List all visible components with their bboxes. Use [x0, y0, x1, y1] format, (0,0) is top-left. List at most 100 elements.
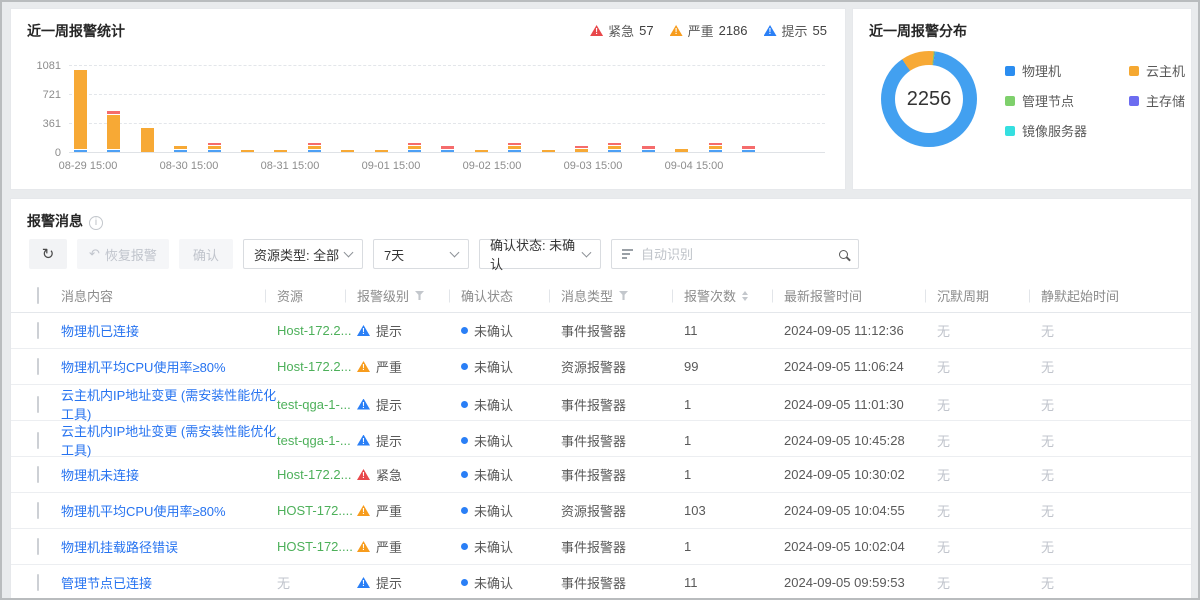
- bar-group[interactable]: [441, 145, 454, 152]
- resource-link[interactable]: Host-172.2...: [277, 359, 351, 374]
- column-header: 报警级别: [357, 286, 461, 305]
- resource-link[interactable]: Host-172.2...: [277, 467, 351, 482]
- resource-link[interactable]: test-qga-1-...: [277, 433, 351, 448]
- status-dot-icon: [461, 579, 468, 586]
- bar-group[interactable]: [575, 145, 588, 152]
- warning-triangle-icon: !: [670, 25, 683, 36]
- bar-segment-严重: [208, 146, 221, 149]
- message-link[interactable]: 物理机挂载路径错误: [61, 540, 178, 555]
- info-icon[interactable]: i: [89, 216, 103, 230]
- bar-group[interactable]: [74, 69, 87, 152]
- stats-legend-item[interactable]: !提示55: [764, 21, 827, 40]
- alarm-count: 1: [684, 467, 784, 482]
- search-input[interactable]: [641, 247, 831, 262]
- bar-group[interactable]: [742, 145, 755, 152]
- distribution-legend-item[interactable]: 镜像服务器: [1005, 121, 1129, 140]
- message-link[interactable]: 物理机已连接: [61, 324, 139, 339]
- bar-group[interactable]: [675, 148, 688, 152]
- bar-segment-提示: [174, 150, 187, 153]
- bar-group[interactable]: [174, 145, 187, 152]
- bar-segment-严重: [375, 150, 388, 153]
- latest-alarm-time: 2024-09-05 11:12:36: [784, 323, 937, 338]
- bar-group[interactable]: [141, 127, 154, 152]
- message-link[interactable]: 物理机平均CPU使用率≥80%: [61, 360, 226, 375]
- distribution-legend-item[interactable]: 云主机: [1129, 61, 1185, 80]
- messages-toolbar: ↻ ↶ 恢复报警 确认 资源类型: 全部 7天 确认状态: 未确认: [29, 239, 859, 269]
- x-axis-label: 08-29 15:00: [59, 160, 118, 172]
- bar-segment-严重: [107, 115, 120, 149]
- bar-group[interactable]: [208, 142, 221, 153]
- distribution-legend: 物理机云主机管理节点主存储镜像服务器: [1005, 61, 1185, 140]
- column-header: 消息内容: [61, 286, 277, 305]
- stats-legend-item[interactable]: !紧急57: [590, 21, 653, 40]
- resource-link[interactable]: HOST-172....: [277, 539, 353, 554]
- column-header: 报警次数: [684, 286, 784, 305]
- distribution-legend-item[interactable]: 主存储: [1129, 91, 1185, 110]
- silence-start-time: 无: [1041, 357, 1191, 376]
- stats-legend-item[interactable]: !严重2186: [670, 21, 748, 40]
- sort-icon[interactable]: [742, 291, 748, 301]
- row-checkbox[interactable]: [37, 322, 39, 339]
- message-link[interactable]: 管理节点已连接: [61, 576, 152, 591]
- message-link[interactable]: 云主机内IP地址变更 (需安装性能优化工具): [61, 388, 276, 422]
- undo-icon: ↶: [89, 246, 100, 262]
- bar-group[interactable]: [642, 145, 655, 152]
- restore-alarm-button[interactable]: ↶ 恢复报警: [77, 239, 169, 269]
- ack-status: 未确认: [461, 573, 561, 592]
- confirm-button[interactable]: 确认: [179, 239, 233, 269]
- silence-start-time: 无: [1041, 573, 1191, 592]
- bar-group[interactable]: [542, 149, 555, 153]
- row-checkbox[interactable]: [37, 358, 39, 375]
- message-link[interactable]: 物理机平均CPU使用率≥80%: [61, 504, 226, 519]
- distribution-legend-item[interactable]: 物理机: [1005, 61, 1129, 80]
- ack-status-select[interactable]: 确认状态: 未确认: [479, 239, 601, 269]
- bar-segment-紧急: [441, 146, 454, 149]
- bar-group[interactable]: [709, 142, 722, 153]
- refresh-button[interactable]: ↻: [29, 239, 67, 269]
- bar-segment-紧急: [308, 143, 321, 146]
- warning-triangle-icon: !: [357, 469, 370, 480]
- distribution-legend-item[interactable]: 管理节点: [1005, 91, 1129, 110]
- filter-icon[interactable]: [619, 291, 628, 300]
- row-checkbox[interactable]: [37, 574, 39, 591]
- latest-alarm-time: 2024-09-05 10:30:02: [784, 467, 937, 482]
- silence-start-time: 无: [1041, 321, 1191, 340]
- row-checkbox[interactable]: [37, 396, 39, 413]
- status-dot-icon: [461, 471, 468, 478]
- silence-period: 无: [937, 465, 1041, 484]
- resource-link[interactable]: test-qga-1-...: [277, 397, 351, 412]
- search-icon[interactable]: [839, 250, 848, 259]
- chevron-down-icon: [343, 247, 353, 257]
- row-checkbox[interactable]: [37, 432, 39, 449]
- message-link[interactable]: 云主机内IP地址变更 (需安装性能优化工具): [61, 424, 276, 458]
- silence-start-time: 无: [1041, 465, 1191, 484]
- bar-segment-严重: [709, 146, 722, 149]
- filter-icon[interactable]: [415, 291, 424, 300]
- bar-group[interactable]: [308, 142, 321, 153]
- bar-group[interactable]: [608, 142, 621, 153]
- time-range-select[interactable]: 7天: [373, 239, 469, 269]
- message-link[interactable]: 物理机未连接: [61, 468, 139, 483]
- alarm-count: 99: [684, 359, 784, 374]
- legend-swatch: [1129, 66, 1139, 76]
- bar-group[interactable]: [408, 142, 421, 153]
- bar-group[interactable]: [241, 149, 254, 153]
- bar-group[interactable]: [341, 149, 354, 153]
- bar-segment-提示: [408, 150, 421, 153]
- bar-group[interactable]: [375, 149, 388, 153]
- resource-link[interactable]: Host-172.2...: [277, 323, 351, 338]
- bar-group[interactable]: [475, 149, 488, 153]
- row-checkbox[interactable]: [37, 538, 39, 555]
- bar-segment-提示: [308, 150, 321, 153]
- bar-group[interactable]: [508, 142, 521, 153]
- bar-group[interactable]: [107, 110, 120, 152]
- resource-link[interactable]: HOST-172....: [277, 503, 353, 518]
- silence-start-time: 无: [1041, 537, 1191, 556]
- row-checkbox[interactable]: [37, 466, 39, 483]
- row-checkbox[interactable]: [37, 502, 39, 519]
- resource-type-select[interactable]: 资源类型: 全部: [243, 239, 363, 269]
- bar-group[interactable]: [274, 149, 287, 153]
- select-all-checkbox[interactable]: [37, 287, 39, 304]
- table-body: 物理机已连接Host-172.2...!提示未确认事件报警器112024-09-…: [11, 313, 1191, 599]
- alarm-count: 11: [684, 323, 784, 338]
